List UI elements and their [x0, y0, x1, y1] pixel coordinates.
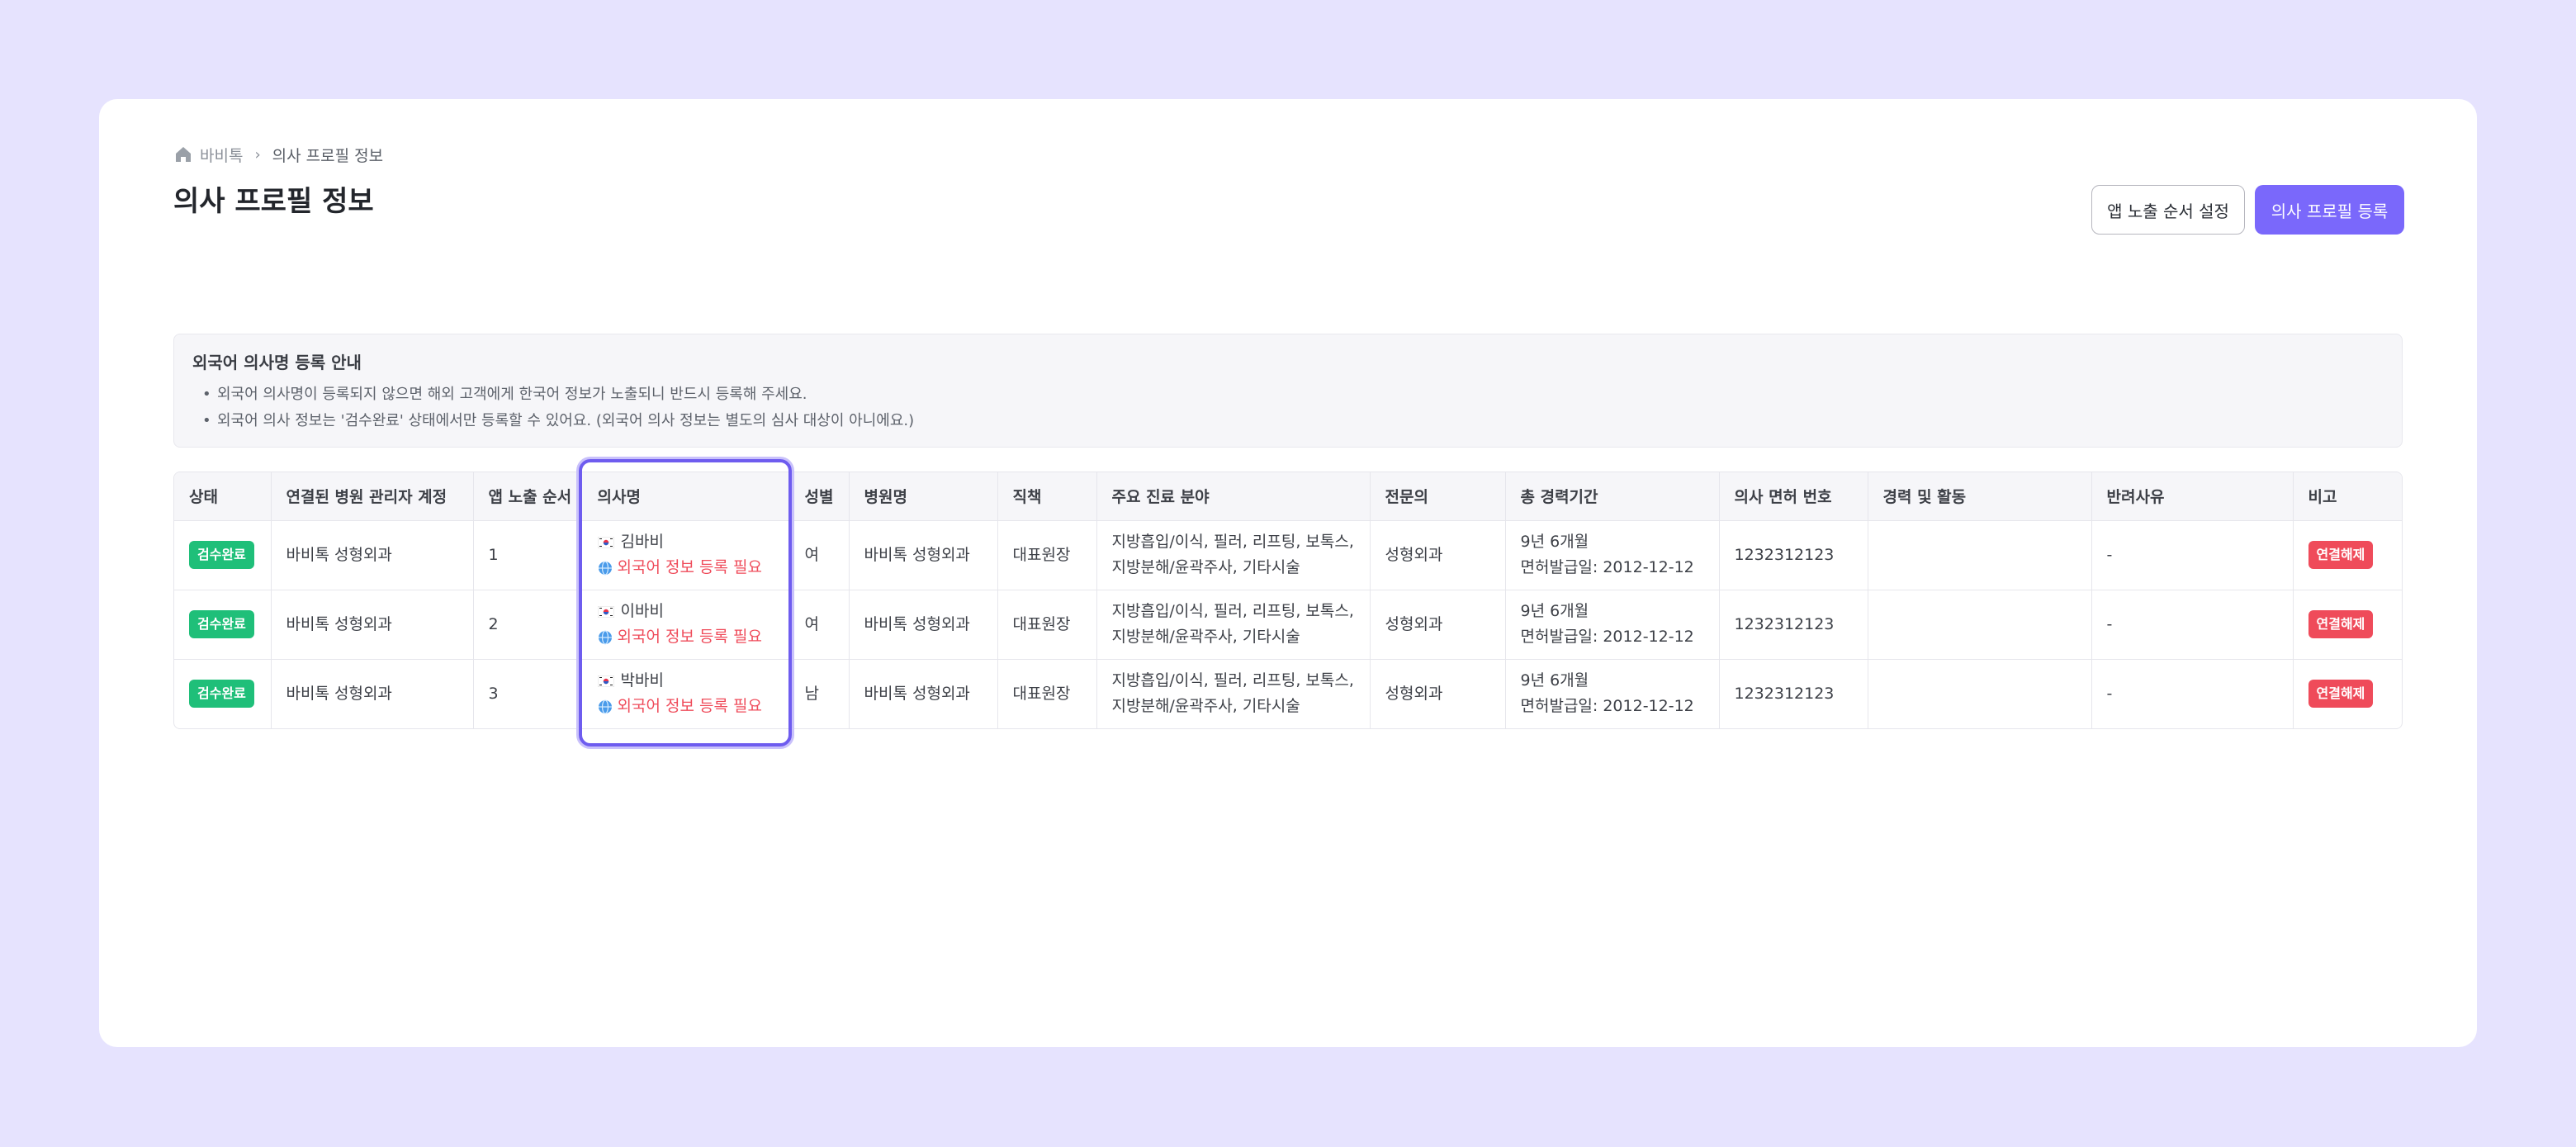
breadcrumb-current: 의사 프로필 정보 — [272, 146, 384, 165]
content-panel: 바비톡 › 의사 프로필 정보 의사 프로필 정보 앱 노출 순서 설정 의사 … — [99, 99, 2477, 1047]
foreign-info-required-link[interactable]: 외국어 정보 등록 필요 — [598, 694, 789, 719]
page-title: 의사 프로필 정보 — [173, 185, 374, 218]
unlink-button[interactable]: 연결해제 — [2308, 541, 2374, 569]
chevron-right-icon: › — [254, 145, 261, 164]
hospital-cell: 바비톡 성형외과 — [849, 659, 998, 728]
globe-icon — [598, 699, 612, 714]
app-order-setting-button[interactable]: 앱 노출 순서 설정 — [2091, 185, 2245, 235]
header-doctor-name: 의사명 — [579, 472, 790, 521]
license-cell: 1232312123 — [1719, 590, 1868, 660]
position-cell: 대표원장 — [997, 659, 1097, 728]
doctor-name-cell: 박바비 외국어 정보 등록 필요 — [579, 659, 790, 728]
gender-cell: 여 — [789, 520, 850, 590]
header-position: 직책 — [997, 472, 1097, 521]
field-cell: 지방흡입/이식, 필러, 리프팅, 보톡스, 지방분해/윤곽주사, 기타시술 — [1096, 590, 1371, 660]
header-career: 총 경력기간 — [1505, 472, 1720, 521]
header-reject-reason: 반려사유 — [2091, 472, 2294, 521]
doctor-name: 박바비 — [597, 668, 789, 694]
reject-reason-cell: - — [2091, 520, 2294, 590]
reject-reason-cell: - — [2091, 590, 2294, 660]
app-frame: 바비톡 › 의사 프로필 정보 의사 프로필 정보 앱 노출 순서 설정 의사 … — [0, 0, 2576, 1147]
notice-title: 외국어 의사명 등록 안내 — [192, 353, 362, 372]
table-row[interactable]: 검수완료 바비톡 성형외과 1 김바비 외국어 정보 등록 필요 여 바비톡 성… — [174, 520, 2402, 590]
specialist-cell: 성형외과 — [1370, 520, 1506, 590]
account-cell: 바비톡 성형외과 — [271, 520, 474, 590]
reject-reason-cell: - — [2091, 659, 2294, 728]
header-field: 주요 진료 분야 — [1096, 472, 1371, 521]
korea-flag-icon — [597, 675, 614, 687]
license-cell: 1232312123 — [1719, 520, 1868, 590]
note-cell: 연결해제 — [2293, 590, 2402, 660]
license-cell: 1232312123 — [1719, 659, 1868, 728]
header-hospital: 병원명 — [849, 472, 998, 521]
header-activity: 경력 및 활동 — [1868, 472, 2092, 521]
hospital-cell: 바비톡 성형외과 — [849, 520, 998, 590]
position-cell: 대표원장 — [997, 520, 1097, 590]
notice-item: 외국어 의사명이 등록되지 않으면 해외 고객에게 한국어 정보가 노출되니 반… — [192, 382, 2384, 408]
foreign-info-required-link[interactable]: 외국어 정보 등록 필요 — [598, 555, 789, 581]
notice-list: 외국어 의사명이 등록되지 않으면 해외 고객에게 한국어 정보가 노출되니 반… — [192, 382, 2384, 434]
korea-flag-icon — [597, 536, 614, 548]
table-header-row: 상태 연결된 병원 관리자 계정 앱 노출 순서 의사명 성별 병원명 직책 주… — [174, 472, 2402, 521]
header-order: 앱 노출 순서 — [473, 472, 580, 521]
korea-flag-icon — [597, 605, 614, 618]
doctor-name-cell: 이바비 외국어 정보 등록 필요 — [579, 590, 790, 660]
account-cell: 바비톡 성형외과 — [271, 590, 474, 660]
doctor-name-cell: 김바비 외국어 정보 등록 필요 — [579, 520, 790, 590]
foreign-info-required-link[interactable]: 외국어 정보 등록 필요 — [598, 624, 789, 650]
header-license: 의사 면허 번호 — [1719, 472, 1868, 521]
table-row[interactable]: 검수완료 바비톡 성형외과 2 이바비 외국어 정보 등록 필요 여 바비톡 성… — [174, 590, 2402, 660]
status-cell: 검수완료 — [174, 590, 272, 660]
breadcrumb: 바비톡 › 의사 프로필 정보 — [173, 142, 383, 167]
career-cell: 9년 6개월 면허발급일: 2012-12-12 — [1505, 520, 1720, 590]
activity-cell — [1868, 590, 2092, 660]
note-cell: 연결해제 — [2293, 659, 2402, 728]
header-account: 연결된 병원 관리자 계정 — [271, 472, 474, 521]
specialist-cell: 성형외과 — [1370, 659, 1506, 728]
unlink-button[interactable]: 연결해제 — [2308, 680, 2374, 709]
account-cell: 바비톡 성형외과 — [271, 659, 474, 728]
globe-icon — [598, 629, 612, 645]
header-status: 상태 — [174, 472, 272, 521]
notice-item: 외국어 의사 정보는 '검수완료' 상태에서만 등록할 수 있어요. (외국어 … — [192, 408, 2384, 434]
header-note: 비고 — [2293, 472, 2402, 521]
status-cell: 검수완료 — [174, 659, 272, 728]
doctor-name: 이바비 — [597, 599, 789, 624]
table-row[interactable]: 검수완료 바비톡 성형외과 3 박바비 외국어 정보 등록 필요 남 바비톡 성… — [174, 659, 2402, 728]
note-cell: 연결해제 — [2293, 520, 2402, 590]
status-cell: 검수완료 — [174, 520, 272, 590]
gender-cell: 남 — [789, 659, 850, 728]
hospital-cell: 바비톡 성형외과 — [849, 590, 998, 660]
doctor-table: 상태 연결된 병원 관리자 계정 앱 노출 순서 의사명 성별 병원명 직책 주… — [173, 472, 2403, 729]
unlink-button[interactable]: 연결해제 — [2308, 610, 2374, 638]
breadcrumb-home[interactable]: 바비톡 — [200, 144, 243, 166]
field-cell: 지방흡입/이식, 필러, 리프팅, 보톡스, 지방분해/윤곽주사, 기타시술 — [1096, 659, 1371, 728]
status-badge: 검수완료 — [189, 680, 254, 709]
header-specialist: 전문의 — [1370, 472, 1506, 521]
foreign-name-notice: 외국어 의사명 등록 안내 외국어 의사명이 등록되지 않으면 해외 고객에게 … — [173, 334, 2403, 448]
register-doctor-profile-button[interactable]: 의사 프로필 등록 — [2255, 185, 2404, 235]
header-gender: 성별 — [789, 472, 850, 521]
doctor-name: 김바비 — [597, 529, 789, 555]
activity-cell — [1868, 520, 2092, 590]
home-icon[interactable] — [173, 145, 193, 164]
status-badge: 검수완료 — [189, 541, 254, 569]
globe-icon — [598, 560, 612, 576]
activity-cell — [1868, 659, 2092, 728]
career-cell: 9년 6개월 면허발급일: 2012-12-12 — [1505, 659, 1720, 728]
position-cell: 대표원장 — [997, 590, 1097, 660]
order-cell: 2 — [473, 590, 580, 660]
order-cell: 3 — [473, 659, 580, 728]
order-cell: 1 — [473, 520, 580, 590]
field-cell: 지방흡입/이식, 필러, 리프팅, 보톡스, 지방분해/윤곽주사, 기타시술 — [1096, 520, 1371, 590]
specialist-cell: 성형외과 — [1370, 590, 1506, 660]
career-cell: 9년 6개월 면허발급일: 2012-12-12 — [1505, 590, 1720, 660]
gender-cell: 여 — [789, 590, 850, 660]
status-badge: 검수완료 — [189, 610, 254, 638]
